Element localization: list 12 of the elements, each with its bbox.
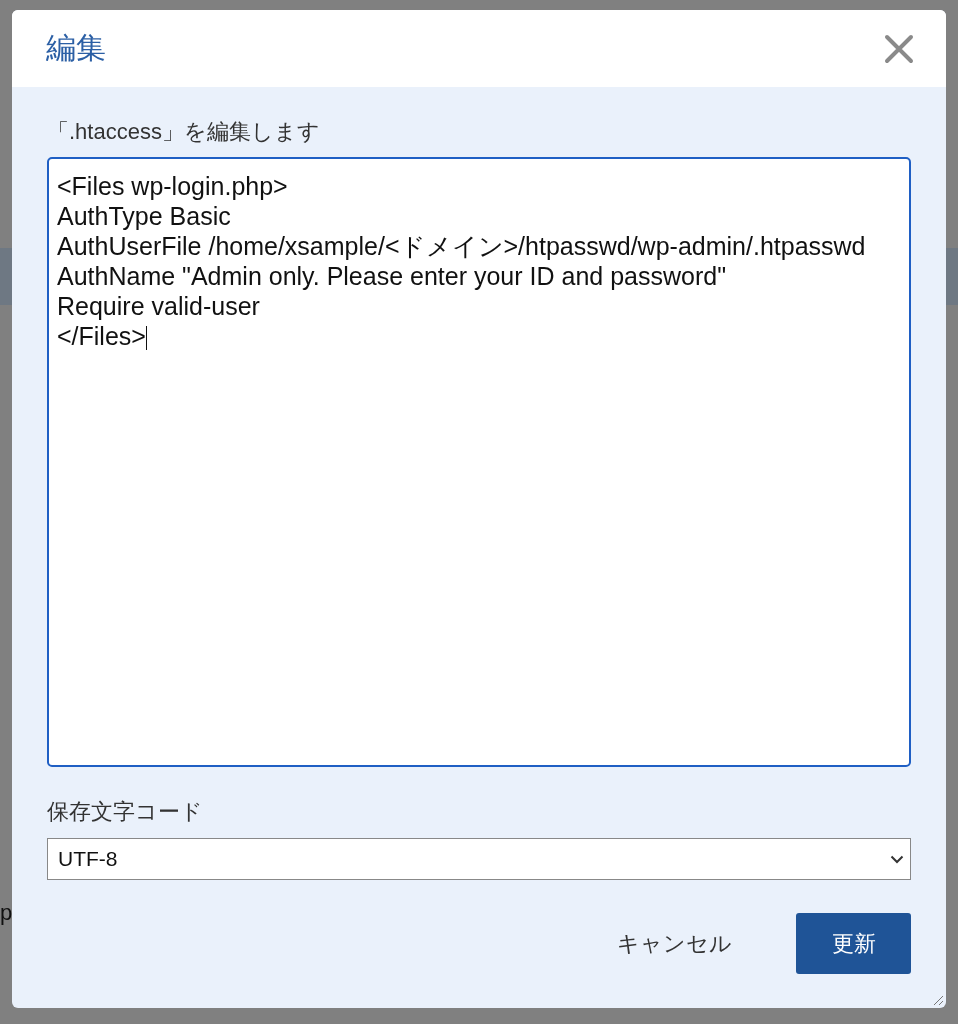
encoding-select[interactable]: UTF-8 [47,838,911,880]
cancel-button[interactable]: キャンセル [617,913,732,974]
editor-label: 「.htaccess」を編集します [47,118,321,146]
update-button[interactable]: 更新 [796,913,911,974]
code-editor-field[interactable]: <Files wp-login.php> AuthType Basic AuthUserFile /home/xsample/<ドメイン>/htpasswd/wp-admin/.htpasswd AuthName "Admin only. Please enter your ID and password" Require valid-user </Files> [47,157,911,767]
resize-grip-icon[interactable] [932,994,944,1006]
close-icon[interactable] [884,33,914,64]
background-text: p [0,900,13,926]
encoding-label: 保存文字コード [47,798,204,826]
text-cursor [145,326,147,350]
chevron-down-icon [890,854,904,864]
dialog-title: 編集 [46,30,106,66]
